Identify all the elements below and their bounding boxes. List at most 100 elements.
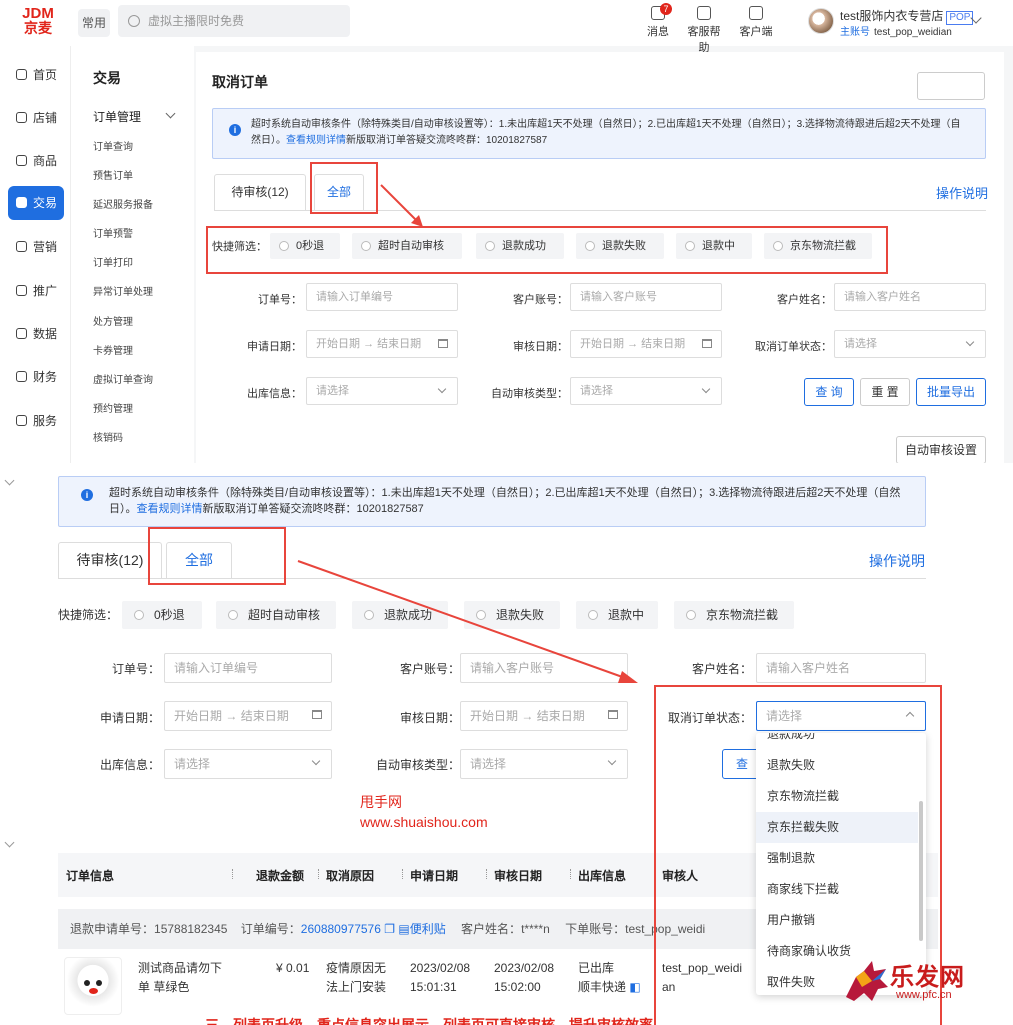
column-divider — [402, 869, 404, 879]
calendar-icon — [608, 710, 618, 719]
radio-icon — [134, 610, 144, 620]
audit-date: 2023/02/08 15:02:00 — [494, 961, 555, 994]
customer-name-input[interactable]: 请输入客户姓名 — [834, 283, 986, 311]
page-title: 取消订单 — [212, 74, 268, 90]
column-divider — [570, 869, 572, 879]
quick-filter-label: 快捷筛选： — [58, 608, 119, 622]
export-button[interactable]: 批量导出 — [916, 378, 986, 406]
help-link[interactable]: 操作说明 — [869, 551, 925, 571]
nav-product[interactable]: 商品 — [8, 144, 64, 178]
chevron-down-icon — [4, 837, 15, 848]
chevron-down-icon — [965, 337, 975, 347]
nav-promotion[interactable]: 推广 — [8, 274, 64, 308]
sub-nav-group-order[interactable]: 订单管理 — [93, 108, 141, 125]
search-input[interactable]: 虚拟主播限时免费 — [118, 5, 350, 37]
data-icon — [16, 328, 27, 339]
order-no-link[interactable]: 260880977576 — [301, 922, 381, 936]
auto-audit-type-label: 自动审核类型： — [491, 388, 568, 400]
nav-finance[interactable]: 财务 — [8, 360, 64, 394]
info-icon: i — [229, 124, 241, 136]
refund-amount: ¥ 0.01 — [276, 961, 310, 975]
nav-data[interactable]: 数据 — [8, 317, 64, 351]
query-button[interactable]: 查 询 — [804, 378, 854, 406]
nav-service[interactable]: 服务 — [8, 404, 64, 438]
product-title[interactable]: 测试商品请勿下单 草绿色 — [138, 959, 228, 997]
sub-nav-item[interactable]: 订单打印 — [93, 254, 133, 269]
notice-banner: i 超时系统自动审核条件（除特殊类目/自动审核设置等）：1.未出库超1天不处理（… — [58, 476, 926, 527]
sub-nav-item[interactable]: 虚拟订单查询 — [93, 371, 153, 386]
copy-icon[interactable]: ❐ — [384, 922, 395, 936]
nav-trade[interactable]: 交易 — [8, 186, 64, 220]
client-button[interactable]: 客户端 — [736, 6, 776, 39]
audit-date-label: 审核日期： — [399, 711, 460, 725]
sub-nav-item[interactable]: 处方管理 — [93, 313, 133, 328]
customer-account-input[interactable]: 请输入客户账号 — [570, 283, 722, 311]
product-image[interactable] — [64, 957, 122, 1015]
help-link[interactable]: 操作说明 — [936, 183, 988, 202]
annotation-box-tab — [310, 162, 378, 214]
cancel-status-select[interactable]: 请选择 — [834, 330, 986, 358]
nav-shop[interactable]: 店铺 — [8, 101, 64, 135]
help-button[interactable]: 客服帮助 — [684, 6, 724, 55]
sub-nav-item[interactable]: 预售订单 — [93, 167, 133, 182]
common-menu-button[interactable]: 常用 — [78, 9, 110, 37]
quick-filter-0s[interactable]: 0秒退 — [122, 601, 202, 629]
top-screenshot: JDM 京麦 常用 虚拟主播限时免费 7 消息 客服帮助 客户端 test服饰内… — [0, 0, 1013, 463]
apply-date-label: 申请日期： — [99, 711, 160, 725]
customer-account-label: 客户账号： — [513, 294, 568, 306]
left-nav: 首页 店铺 商品 交易 营销 推广 数据 财务 服务 — [0, 46, 70, 463]
auto-audit-type-select[interactable]: 请选择 — [570, 377, 722, 405]
nav-marketing[interactable]: 营销 — [8, 230, 64, 264]
sub-nav-item[interactable]: 预约管理 — [93, 400, 133, 415]
customer-name-input[interactable]: 请输入客户姓名 — [756, 653, 926, 683]
marketing-icon — [16, 241, 27, 252]
rules-link[interactable]: 查看规则详情 — [137, 503, 203, 515]
customer-name-label: 客户姓名： — [777, 294, 832, 306]
sub-nav-item[interactable]: 卡券管理 — [93, 342, 133, 357]
audit-date-range[interactable]: 开始日期 → 结束日期 — [460, 701, 628, 731]
audit-date-range[interactable]: 开始日期 → 结束日期 — [570, 330, 722, 358]
tab-pending[interactable]: 待审核(12) — [58, 542, 162, 578]
avatar[interactable] — [808, 8, 834, 34]
convenience-note-link[interactable]: 便利贴 — [410, 922, 446, 936]
order-no-input[interactable]: 请输入订单编号 — [306, 283, 458, 311]
auto-audit-settings-button[interactable]: 自动审核设置 — [896, 436, 986, 463]
outbound-select[interactable]: 请选择 — [306, 377, 458, 405]
shop-icon — [16, 112, 27, 123]
messages-button[interactable]: 7 消息 — [638, 3, 678, 39]
column-divider — [486, 869, 488, 879]
outbound-select[interactable]: 请选择 — [164, 749, 332, 779]
outbound-info: 已出库 顺丰快递 ◧ — [578, 961, 641, 994]
sub-nav-item[interactable]: 订单预警 — [93, 225, 133, 240]
top-bar: JDM 京麦 常用 虚拟主播限时免费 7 消息 客服帮助 客户端 test服饰内… — [0, 0, 1013, 54]
sub-nav-item[interactable]: 核销码 — [93, 429, 123, 444]
sub-nav-item[interactable]: 延迟服务报备 — [93, 196, 153, 211]
auto-audit-type-select[interactable]: 请选择 — [460, 749, 628, 779]
rules-link[interactable]: 查看规则详情 — [286, 135, 346, 146]
apply-date-range[interactable]: 开始日期 → 结束日期 — [306, 330, 458, 358]
help-icon — [697, 6, 711, 20]
col-cancel-reason: 取消原因 — [326, 869, 375, 883]
chevron-down-icon — [701, 384, 711, 394]
col-audit-date: 审核日期 — [494, 869, 543, 883]
corner-logo: 乐发网 www.pfc.cn — [842, 951, 1007, 1011]
chevron-down-icon — [311, 756, 321, 766]
chevron-down-icon — [437, 384, 447, 394]
note-icon: ▤ — [398, 922, 410, 936]
nav-home[interactable]: 首页 — [8, 58, 64, 92]
chevron-down-icon[interactable] — [165, 108, 176, 119]
sub-nav-item[interactable]: 订单查询 — [93, 138, 133, 153]
horse-icon — [846, 961, 888, 1001]
tab-pending[interactable]: 待审核(12) — [214, 174, 306, 210]
finance-icon — [16, 371, 27, 382]
auto-audit-type-label: 自动审核类型： — [375, 758, 460, 772]
quick-filter-jd-intercept[interactable]: 京东物流拦截 — [674, 601, 794, 629]
jdm-logo[interactable]: JDM 京麦 — [18, 6, 58, 36]
order-no-label: 订单号： — [258, 294, 302, 306]
col-outbound: 出库信息 — [578, 869, 627, 883]
apply-date-range[interactable]: 开始日期 → 结束日期 — [164, 701, 332, 731]
logistics-icon[interactable]: ◧ — [629, 980, 640, 994]
back-old-version-button[interactable] — [917, 72, 985, 100]
reset-button[interactable]: 重 置 — [860, 378, 910, 406]
sub-nav-item[interactable]: 异常订单处理 — [93, 283, 153, 298]
